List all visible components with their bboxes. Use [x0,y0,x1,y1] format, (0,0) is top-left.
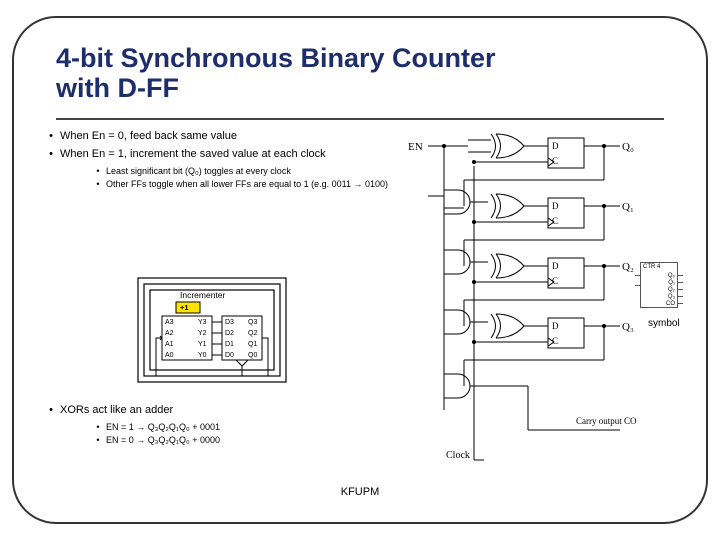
slide: 4-bit Synchronous Binary Counter with D-… [0,0,720,540]
incr-title: Incrementer [180,290,226,300]
bullet-dot: • [42,148,60,160]
incr-Q0: Q0 [248,352,257,359]
counter-circuit: D C EN Clock Q₀ [408,130,638,470]
circuit-q3-label: Q₃ [622,321,634,333]
bullet-dot: • [90,179,106,189]
circuit-carry-label: Carry output CO [576,416,637,426]
bullet-dot: • [90,422,106,432]
incr-plus1: +1 [180,303,189,312]
bullet-en0: • When En = 0, feed back same value [42,130,402,142]
bullet-en0-add: • EN = 0 → Q₃Q₂Q₁Q₀ + 0000 [90,435,402,445]
circuit-q1-label: Q₁ [622,201,634,213]
pin [677,289,683,290]
bullet-text: When En = 1, increment the saved value a… [60,148,402,160]
incr-Y3: Y3 [198,319,207,326]
bullet-lsb: • Least significant bit (Q₀) toggles at … [90,166,402,176]
bullet-dot: • [90,435,106,445]
pin [677,282,683,283]
bullet-dot: • [42,130,60,142]
incr-D0: D0 [225,352,234,359]
pin [635,285,641,286]
page-title: 4-bit Synchronous Binary Counter with D-… [56,44,556,103]
circuit-en-label: EN [408,141,423,153]
pin [635,275,641,276]
content-block-1: • When En = 0, feed back same value • Wh… [42,130,402,192]
incr-D1: D1 [225,341,234,348]
sub-bullets-2: • EN = 1 → Q₃Q₂Q₁Q₀ + 0001 • EN = 0 → Q₃… [90,422,402,445]
bullet-text: EN = 1 → Q₃Q₂Q₁Q₀ + 0001 [106,422,402,432]
counter-symbol-box: CTR 4 Q₀ Q₁ Q₂ Q₃ CO [640,262,678,308]
symbol-caption: symbol [648,318,680,329]
circuit-q2-label: Q₂ [622,261,634,273]
incr-Y0: Y0 [198,352,207,359]
bullet-dot: • [42,404,60,416]
circuit-clock-label: Clock [446,450,470,461]
incr-A3: A3 [165,319,174,326]
incr-A2: A2 [165,330,174,337]
bullet-text: XORs act like an adder [60,404,402,416]
bullet-xor: • XORs act like an adder [42,404,402,416]
footer-text: KFUPM [0,486,720,498]
symbol-ctr4: CTR 4 [643,264,660,270]
bullet-text: When En = 0, feed back same value [60,130,402,142]
incr-Q2: Q2 [248,330,257,337]
circuit-q0-label: Q₀ [622,141,634,153]
incr-A0: A0 [165,352,174,359]
incr-Q1: Q1 [248,341,257,348]
incr-A1: A1 [165,341,174,348]
symbol-q3: Q₃ [668,294,675,300]
pin [677,296,683,297]
incr-Y2: Y2 [198,330,207,337]
symbol-q1: Q₁ [668,280,675,286]
bullet-text: Least significant bit (Q₀) toggles at ev… [106,166,402,176]
incr-Q3: Q3 [248,319,257,326]
bullet-dot: • [90,166,106,176]
symbol-q0: Q₀ [668,273,675,279]
incr-D2: D2 [225,330,234,337]
bullet-text: EN = 0 → Q₃Q₂Q₁Q₀ + 0000 [106,435,402,445]
bullet-text: Other FFs toggle when all lower FFs are … [106,179,402,189]
sub-bullets-1: • Least significant bit (Q₀) toggles at … [90,166,402,189]
bullet-en1: • When En = 1, increment the saved value… [42,148,402,160]
content-block-2: • XORs act like an adder • EN = 1 → Q₃Q₂… [42,404,402,448]
incr-Y1: Y1 [198,341,207,348]
bullet-otherff: • Other FFs toggle when all lower FFs ar… [90,179,402,189]
pin [677,303,683,304]
symbol-co: CO [666,301,675,307]
incrementer-diagram: Incrementer +1 A3 Y3 D3 Q3 A2 Y2 D2 Q2 [132,276,292,388]
bullet-en1-add: • EN = 1 → Q₃Q₂Q₁Q₀ + 0001 [90,422,402,432]
symbol-q2: Q₂ [668,287,675,293]
title-underline [56,118,664,120]
pin [677,275,683,276]
incr-D3: D3 [225,319,234,326]
